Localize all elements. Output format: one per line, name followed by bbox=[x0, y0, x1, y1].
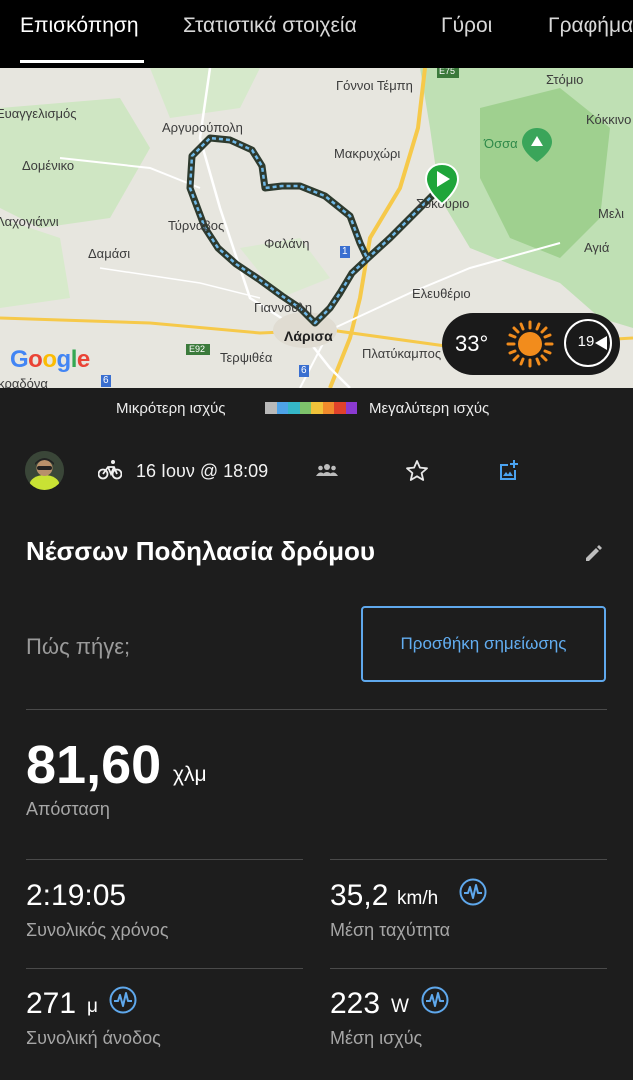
tab-laps[interactable]: Γύροι bbox=[441, 14, 492, 38]
map-label-giannouli: Γιαννουλη bbox=[254, 300, 313, 315]
avg-speed-label: Μέση ταχύτητα bbox=[330, 920, 451, 940]
add-photo-icon[interactable] bbox=[497, 459, 521, 483]
map-label-stomio: Στόμιο bbox=[546, 72, 584, 87]
distance-unit: χλμ bbox=[173, 763, 207, 786]
edit-icon[interactable] bbox=[583, 542, 605, 564]
map-label-damasi: Δαμάσι bbox=[88, 246, 131, 261]
wind-icon: 19 bbox=[564, 319, 612, 367]
total-time-label: Συνολικός χρόνος bbox=[26, 920, 169, 940]
pulse-icon[interactable] bbox=[459, 878, 487, 906]
legend-high-label: Μεγαλύτερη ισχύς bbox=[369, 400, 490, 417]
start-marker-icon[interactable] bbox=[424, 162, 460, 206]
tab-charts[interactable]: Γραφήμα bbox=[548, 14, 633, 38]
road-shield-6-south: 6 bbox=[301, 365, 307, 376]
power-color-scale bbox=[265, 402, 357, 414]
map-label-evangelismos: Ευαγγελισμός bbox=[0, 106, 77, 121]
map-label-meli: Μελι bbox=[598, 206, 625, 221]
map-label-argyroupoli: Αργυρούπολη bbox=[162, 120, 243, 135]
road-shield-e75: E75 bbox=[439, 68, 456, 76]
divider bbox=[330, 968, 607, 969]
power-legend: Μικρότερη ισχύς Μεγαλύτερη ισχύς bbox=[0, 388, 633, 428]
weather-chip[interactable]: 33° 19 bbox=[442, 313, 620, 375]
sun-icon bbox=[506, 320, 554, 368]
distance-label: Απόσταση bbox=[26, 799, 110, 819]
map-label-makrychori: Μακρυχώρι bbox=[334, 146, 401, 161]
map-label-eleftherio: Ελευθέριο bbox=[412, 286, 471, 301]
legend-low-label: Μικρότερη ισχύς bbox=[116, 400, 226, 417]
map-label-platykampos: Πλατύκαμπος bbox=[362, 346, 442, 361]
how-did-it-go-prompt: Πώς πήγε; bbox=[26, 634, 131, 659]
total-time-value: 2:19:05 bbox=[26, 879, 127, 912]
map-label-domeniko: Δομένικο bbox=[22, 158, 75, 173]
divider bbox=[26, 859, 303, 860]
elevation-gain-value: 271 bbox=[26, 987, 77, 1020]
avg-power-value: 223 bbox=[330, 987, 381, 1020]
map-label-terpsithea: Τερψιθέα bbox=[220, 350, 273, 365]
avatar[interactable] bbox=[25, 451, 64, 490]
map-label-gonnoi-tempi: Γόννοι Τέμπη bbox=[336, 78, 413, 93]
activity-title: Νέσσων Ποδηλασία δρόμου bbox=[26, 536, 376, 566]
divider bbox=[26, 968, 303, 969]
distance-value: 81,60 bbox=[26, 735, 162, 795]
map-label-lachogianni: Λαχογιάννι bbox=[0, 214, 59, 229]
map-label-kokkino: Κόκκινο bbox=[586, 112, 632, 127]
avg-speed-unit: km/h bbox=[397, 888, 439, 909]
avg-power-label: Μέση ισχύς bbox=[330, 1028, 423, 1048]
add-note-button[interactable]: Προσθήκη σημείωσης bbox=[361, 606, 606, 682]
tab-bar: Επισκόπηση Στατιστικά στοιχεία Γύροι Γρα… bbox=[0, 0, 633, 68]
star-icon[interactable] bbox=[405, 459, 429, 483]
group-icon[interactable] bbox=[316, 462, 338, 478]
pulse-icon[interactable] bbox=[109, 986, 137, 1014]
road-shield-6-west: 6 bbox=[103, 375, 109, 386]
tab-statistics[interactable]: Στατιστικά στοιχεία bbox=[183, 14, 357, 38]
map-label-larisa: Λάρισα bbox=[284, 328, 333, 344]
divider bbox=[26, 709, 607, 710]
pulse-icon[interactable] bbox=[421, 986, 449, 1014]
activity-date: 16 Ιουν @ 18:09 bbox=[136, 461, 269, 481]
google-logo: Google bbox=[10, 346, 90, 373]
map-label-agia: Αγιά bbox=[584, 240, 610, 255]
divider bbox=[330, 859, 607, 860]
road-shield-e92: E92 bbox=[189, 344, 206, 354]
map-label-falani: Φαλάνη bbox=[264, 236, 310, 251]
temperature-value: 33° bbox=[455, 331, 489, 356]
active-tab-indicator bbox=[20, 60, 144, 63]
route-map[interactable]: Γόννοι Τέμπη Στόμιο Ευαγγελισμός Κόκκινο… bbox=[0, 68, 633, 388]
tab-overview[interactable]: Επισκόπηση bbox=[20, 14, 139, 38]
avg-power-unit: W bbox=[391, 996, 409, 1017]
elevation-gain-unit: μ bbox=[87, 996, 98, 1017]
avg-speed-value: 35,2 bbox=[330, 879, 389, 912]
map-label-karadona: κραδόνα bbox=[0, 376, 48, 388]
road-shield-1: 1 bbox=[342, 246, 348, 257]
bike-icon bbox=[98, 460, 122, 480]
map-label-tyrnavos: Τύρναβος bbox=[168, 218, 225, 233]
elevation-gain-label: Συνολική άνοδος bbox=[26, 1028, 161, 1048]
map-label-ossa: Όσσα bbox=[484, 136, 518, 151]
